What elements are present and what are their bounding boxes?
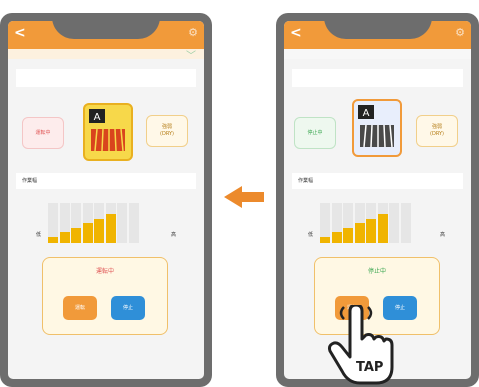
level-bar-fill [71, 227, 81, 243]
level-bar-fill [354, 223, 365, 243]
back-icon[interactable]: < [14, 26, 26, 40]
level-bar-fill [59, 232, 70, 243]
svg-text:A: A [94, 112, 101, 123]
run-button[interactable]: 運転 [63, 296, 97, 320]
level-bar-bg [117, 203, 127, 243]
level-chart-left[interactable] [48, 203, 139, 243]
heater-running-icon[interactable]: A [83, 103, 133, 161]
chart-low-label: 低 [308, 232, 314, 238]
mode-pill[interactable]: 強弱 (DRY) [146, 115, 188, 147]
chart-high-label: 高 [440, 232, 446, 238]
status-pill-label: 運転中 [35, 129, 51, 136]
settings-icon[interactable]: ⚙ [188, 27, 198, 38]
left-phone-frame: < ⚙ ﹀ 運転中 A 強弱 (DRY) 作業幅 低 高 運転中 運転 停止 [0, 13, 212, 387]
heater-stopped-icon[interactable]: A [352, 99, 402, 157]
level-bar-bg [400, 203, 411, 243]
back-icon[interactable]: < [290, 26, 302, 40]
arrow-left-icon [224, 186, 264, 208]
section-title: 作業幅 [16, 173, 196, 189]
level-bar-fill [377, 214, 388, 243]
tap-label: TAP [356, 360, 384, 375]
level-bar-bg [128, 203, 139, 243]
status-pill-stopped: 停止中 [294, 117, 336, 149]
svg-text:A: A [363, 108, 370, 119]
stop-button[interactable]: 停止 [111, 296, 145, 320]
info-bar [16, 69, 196, 87]
phone-notch [52, 21, 160, 39]
mode-pill[interactable]: 強弱 (DRY) [416, 115, 458, 147]
phone-notch [323, 21, 432, 39]
level-chart-right[interactable] [320, 203, 411, 243]
level-bar-fill [343, 227, 353, 243]
chart-low-label: 低 [36, 232, 42, 238]
settings-icon[interactable]: ⚙ [455, 27, 465, 38]
level-bar-fill [320, 237, 330, 243]
section-title: 作業幅 [292, 173, 463, 189]
chart-high-label: 高 [171, 232, 177, 238]
status-pill-label: 停止中 [307, 129, 323, 136]
left-phone-screen: < ⚙ ﹀ 運転中 A 強弱 (DRY) 作業幅 低 高 運転中 運転 停止 [8, 21, 204, 379]
heater-graphic: A [358, 105, 394, 148]
level-bar-fill [366, 218, 376, 243]
level-bar-fill [331, 232, 342, 243]
control-panel: 運転中 運転 停止 [42, 257, 168, 335]
heater-graphic: A [89, 109, 125, 152]
panel-status: 運転中 [95, 268, 114, 275]
level-bar-bg [389, 203, 399, 243]
chevron-down-icon[interactable]: ﹀ [186, 47, 196, 62]
collapse-strip[interactable] [284, 49, 471, 59]
collapse-strip[interactable]: ﹀ [8, 47, 204, 62]
panel-status: 停止中 [367, 268, 386, 275]
level-bar-fill [48, 237, 58, 243]
level-bar-fill [105, 214, 116, 243]
level-bar-fill [82, 223, 93, 243]
mode-pill-label: 強弱 (DRY) [430, 124, 444, 137]
mode-pill-label: 強弱 (DRY) [160, 124, 174, 137]
level-bar-fill [94, 218, 104, 243]
status-pill-running: 運転中 [22, 117, 64, 149]
info-bar [292, 69, 463, 87]
